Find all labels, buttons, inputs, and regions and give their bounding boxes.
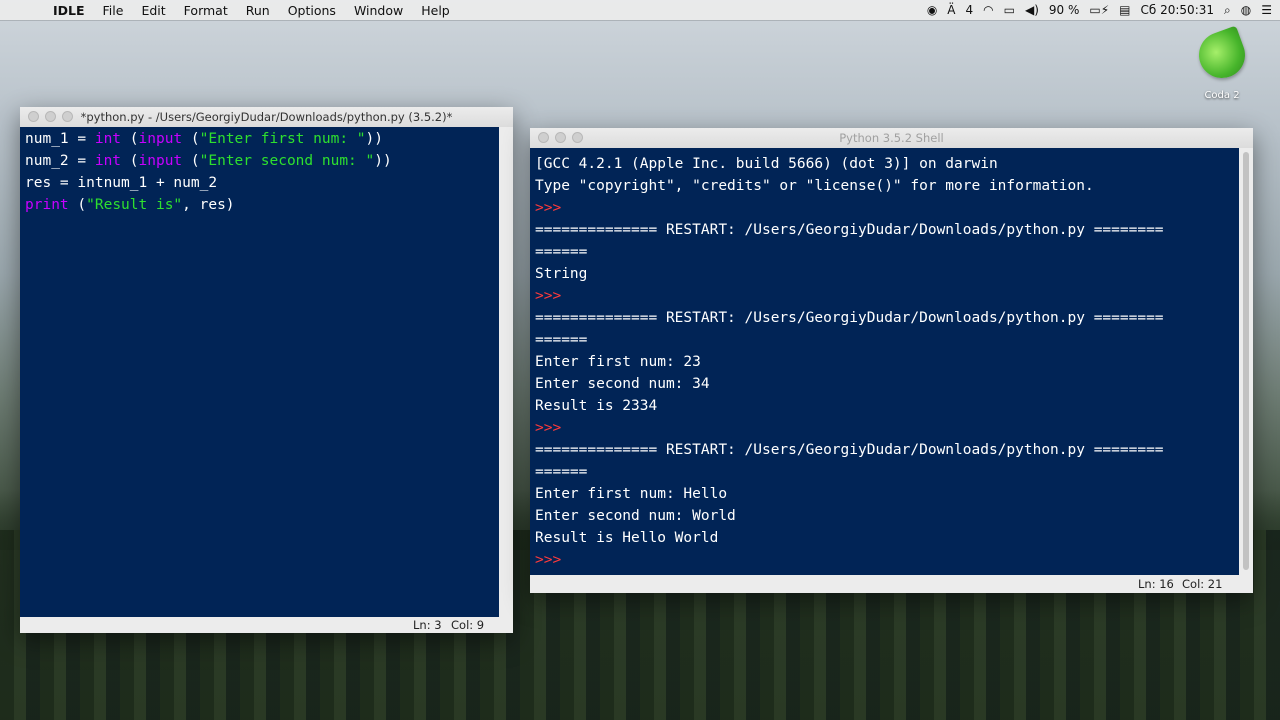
shell-scrollbar[interactable] [1239,148,1253,575]
shell-line: Enter first num: Hello [535,486,728,502]
coda-leaf-icon [1192,25,1252,85]
code-token: ( [68,197,87,213]
shell-scroll-thumb[interactable] [1243,152,1249,570]
shell-prompt: >>> [535,420,570,436]
code-token: print [25,197,69,213]
code-token: ( [182,131,200,147]
minimize-button[interactable] [555,132,566,143]
battery-icon[interactable]: ▭⚡ [1089,3,1109,17]
code-token: ( [121,131,139,147]
shell-line: [GCC 4.2.1 (Apple Inc. build 5666) (dot … [535,156,998,172]
spotlight-search-icon[interactable]: ⌕ [1224,3,1231,18]
code-line[interactable]: num_2 = int (input ("Enter second num: "… [25,150,499,172]
menu-edit[interactable]: Edit [132,3,174,18]
coda-label: Coda 2 [1204,90,1240,101]
shell-line: Result is 2334 [535,398,658,414]
code-line[interactable]: print ("Result is", res) [25,194,499,216]
code-token: )) [374,153,392,169]
code-token: "Enter second num: " [199,153,375,169]
minimize-button[interactable] [45,111,56,122]
input-indicator: 4 [965,3,974,17]
status-menus: ◉ Ä 4 ◠ ▭ ◀) 90 % ▭⚡ ▤ Сб 20:50:31 ⌕ ◍ ☰ [927,0,1272,20]
record-icon[interactable]: ◉ [927,3,937,17]
notification-center-icon[interactable]: ☰ [1261,3,1272,17]
shell-title: Python 3.5.2 Shell [839,131,944,145]
menu-window[interactable]: Window [345,3,412,18]
shell-statusbar: Ln: 16 Col: 21 [530,575,1253,593]
code-token: ( [121,153,139,169]
shell-column-number: Col: 21 [1182,577,1223,591]
menu-bar: IDLE File Edit Format Run Options Window… [0,0,1280,20]
editor-title: *python.py - /Users/GeorgiyDudar/Downloa… [80,110,453,124]
coda-desktop-icon[interactable]: Coda 2 [1192,25,1252,101]
shell-line: ============== RESTART: /Users/GeorgiyDu… [535,222,1164,238]
shell-line: Result is Hello World [535,530,719,546]
input-source-icon[interactable]: Ä [947,3,955,17]
editor-statusbar: Ln: 3 Col: 9 [20,617,513,633]
shell-line: ====== [535,244,588,260]
editor-column-number: Col: 9 [451,618,485,632]
code-token: )) [365,131,383,147]
menu-file[interactable]: File [94,3,133,18]
battery-percent[interactable]: 90 % [1049,3,1080,17]
shell-prompt: >>> [535,200,570,216]
code-editor[interactable]: num_1 = int (input ("Enter first num: ")… [20,127,499,617]
code-token: , res) [182,197,235,213]
shell-line: Enter second num: World [535,508,736,524]
shell-prompt: >>> [535,288,570,304]
code-token: res = int [25,175,104,191]
code-token: input [138,131,183,147]
airplay-icon[interactable]: ▭ [1004,3,1015,17]
close-button[interactable] [538,132,549,143]
wifi-icon[interactable]: ◠ [983,3,993,17]
shell-line: Type "copyright", "credits" or "license(… [535,178,1094,194]
shell-line: ============== RESTART: /Users/GeorgiyDu… [535,310,1164,326]
code-token: input [138,153,183,169]
code-token: int [94,131,122,147]
editor-titlebar[interactable]: *python.py - /Users/GeorgiyDudar/Downloa… [20,107,513,128]
shell-line: String [535,266,588,282]
shell-titlebar[interactable]: Python 3.5.2 Shell [530,128,1253,149]
close-button[interactable] [28,111,39,122]
shell-window: Python 3.5.2 Shell [GCC 4.2.1 (Apple Inc… [530,128,1253,593]
code-token: num_1 = [25,131,95,147]
shell-line-number: Ln: 16 [1138,577,1174,591]
zoom-button[interactable] [62,111,73,122]
clock[interactable]: Сб 20:50:31 [1141,3,1215,17]
code-token: int [94,153,122,169]
shell-line: ====== [535,332,588,348]
flag-icon[interactable]: ▤ [1119,3,1130,17]
code-token: "Result is" [86,197,183,213]
shell-line: Enter second num: 34 [535,376,710,392]
code-line[interactable]: num_1 = int (input ("Enter first num: ")… [25,128,499,150]
code-token: "Enter first num: " [199,131,366,147]
shell-line: Enter first num: 23 [535,354,701,370]
code-token: ( [182,153,200,169]
volume-icon[interactable]: ◀) [1025,3,1039,17]
menu-run[interactable]: Run [237,3,279,18]
siri-icon[interactable]: ◍ [1241,3,1251,17]
zoom-button[interactable] [572,132,583,143]
editor-line-number: Ln: 3 [413,618,442,632]
menu-options[interactable]: Options [279,3,345,18]
app-menu[interactable]: IDLE [44,3,94,18]
shell-prompt: >>> [535,552,570,568]
editor-window: *python.py - /Users/GeorgiyDudar/Downloa… [20,107,513,633]
shell-output[interactable]: [GCC 4.2.1 (Apple Inc. build 5666) (dot … [530,148,1239,575]
code-token: num_1 + num_2 [103,175,218,191]
shell-line: ====== [535,464,588,480]
code-token: num_2 = [25,153,95,169]
menu-format[interactable]: Format [175,3,237,18]
code-line[interactable]: res = intnum_1 + num_2 [25,172,499,194]
shell-line: ============== RESTART: /Users/GeorgiyDu… [535,442,1164,458]
editor-scrollbar[interactable] [499,127,513,617]
menu-help[interactable]: Help [412,3,459,18]
